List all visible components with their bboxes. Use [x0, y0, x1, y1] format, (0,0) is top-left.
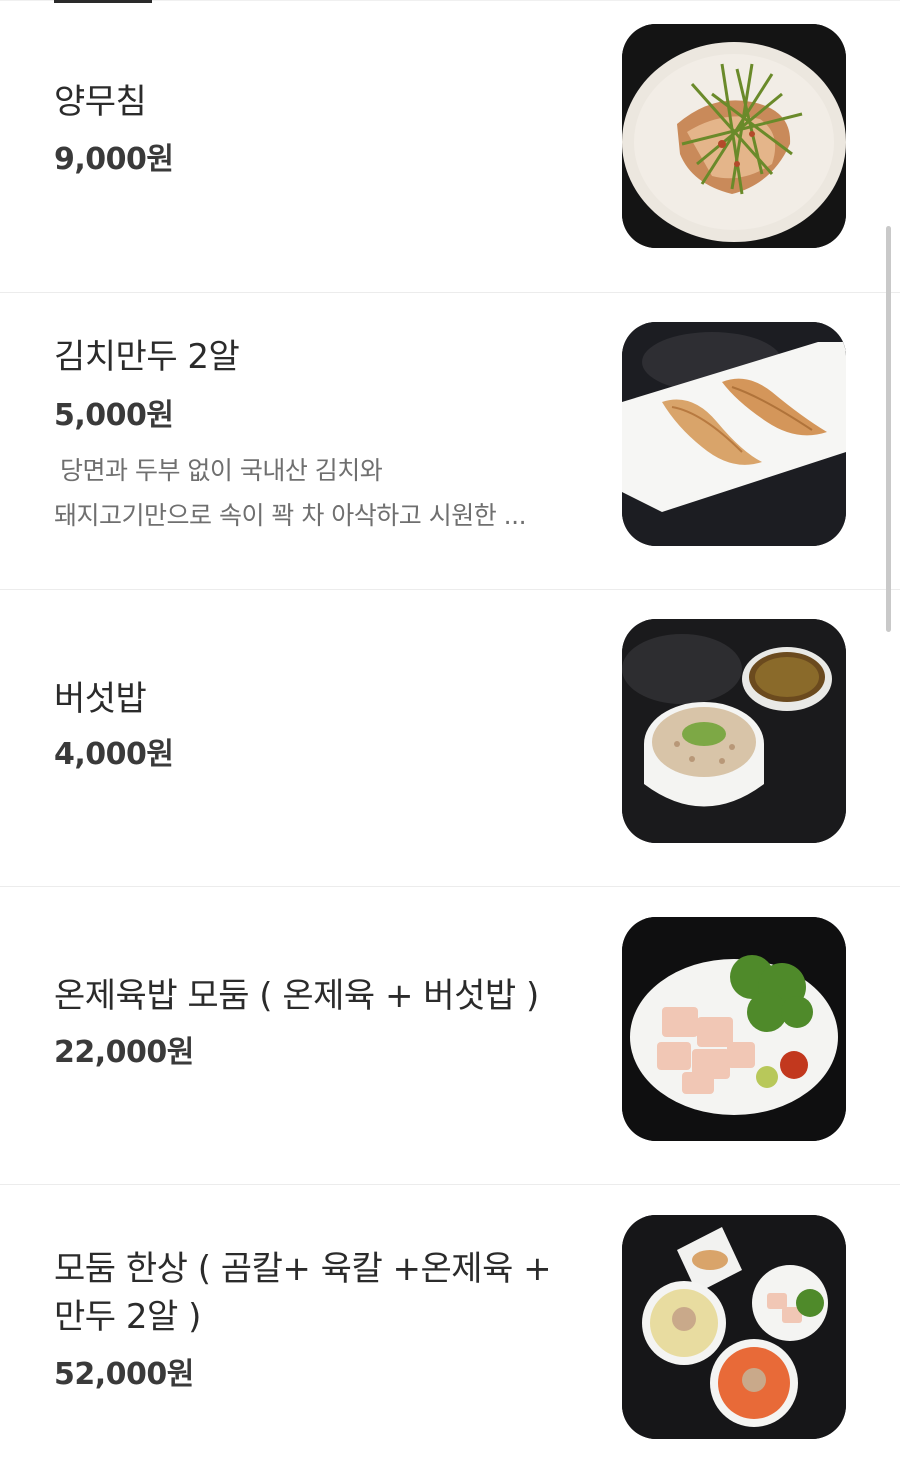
- menu-item-name: 김치만두 2알: [54, 337, 240, 377]
- menu-item-price: 5,000원: [54, 398, 174, 433]
- menu-item-name: 버섯밥: [54, 679, 147, 719]
- yangmuchim-photo[interactable]: [622, 24, 846, 248]
- menu-item-name: 양무침: [54, 82, 147, 122]
- menu-item-price: 9,000원: [54, 142, 174, 177]
- menu-item-price: 22,000원: [54, 1035, 194, 1070]
- description-line: 돼지고기만으로 속이 꽉 차 아삭하고 시원한 ...: [54, 501, 527, 530]
- menu-item[interactable]: 모둠 한상 ( 곰칼+ 육칼 +온제육 + 만두 2알 ) 52,000원: [0, 1185, 900, 1479]
- menu-item-name-line: 모둠 한상 ( 곰칼+ 육칼 +온제육 +: [54, 1249, 552, 1289]
- menu-item[interactable]: 버섯밥 4,000원: [0, 590, 900, 886]
- menu-item-description: 당면과 두부 없이 국내산 김치와 돼지고기만으로 속이 꽉 차 아삭하고 시원…: [54, 448, 574, 538]
- description-line: 당면과 두부 없이 국내산 김치와: [60, 456, 383, 485]
- menu-item-name: 온제육밥 모둠 ( 온제육 + 버섯밥 ): [54, 976, 539, 1016]
- onjeyuk-platter-photo[interactable]: [622, 917, 846, 1141]
- mushroom-rice-photo[interactable]: [622, 619, 846, 843]
- menu-item[interactable]: 온제육밥 모둠 ( 온제육 + 버섯밥 ) 22,000원: [0, 887, 900, 1184]
- menu-item-price: 4,000원: [54, 737, 174, 772]
- scrollbar[interactable]: [886, 226, 891, 632]
- menu-item[interactable]: 양무침 9,000원: [0, 0, 900, 292]
- menu-item-name: 모둠 한상 ( 곰칼+ 육칼 +온제육 + 만두 2알 ): [54, 1245, 574, 1341]
- modum-hansang-photo[interactable]: [622, 1215, 846, 1439]
- menu-item-price: 52,000원: [54, 1357, 194, 1392]
- kimchi-dumpling-photo[interactable]: [622, 322, 846, 546]
- menu-item[interactable]: 김치만두 2알 5,000원 당면과 두부 없이 국내산 김치와 돼지고기만으로…: [0, 293, 900, 589]
- menu-item-name-line: 만두 2알 ): [54, 1297, 201, 1337]
